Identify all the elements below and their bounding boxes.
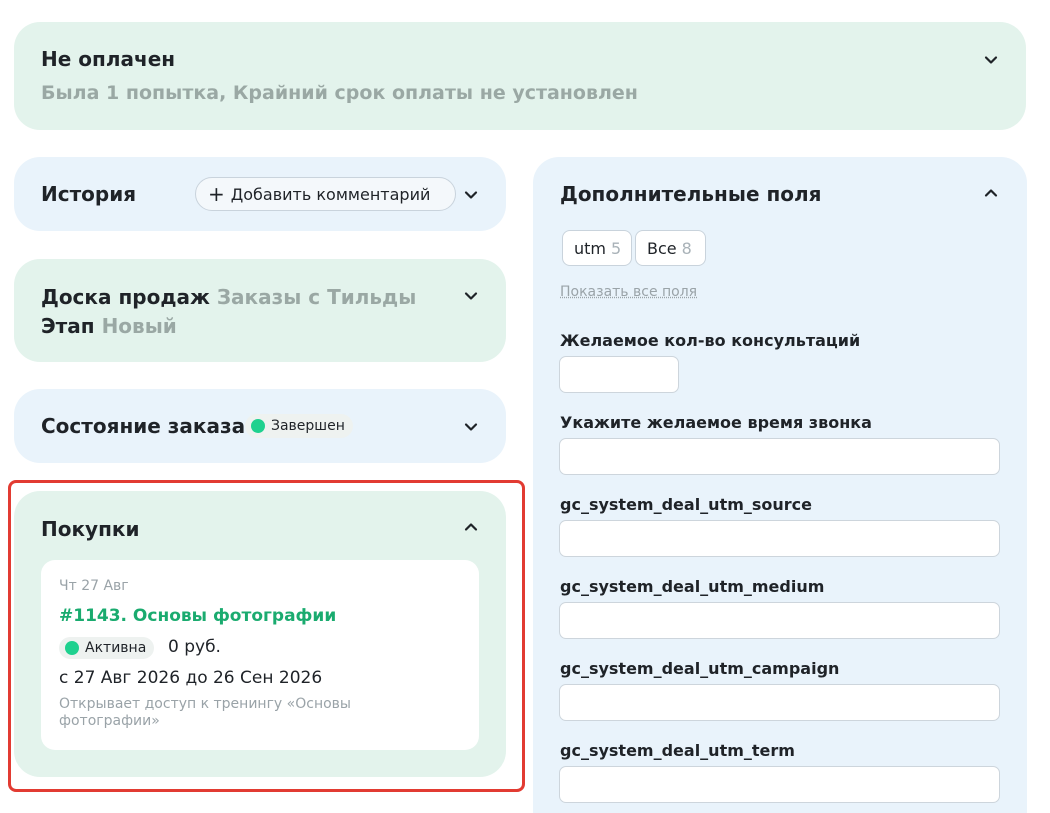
stage-label: Этап (41, 314, 95, 338)
add-comment-button[interactable]: + Добавить комментарий (195, 177, 456, 211)
field-label: Желаемое кол-во консультаций (560, 331, 861, 350)
status-dot-icon (251, 419, 265, 433)
show-all-fields-link[interactable]: Показать все поля (560, 284, 697, 300)
payment-details: Была 1 попытка, Крайний срок оплаты не у… (41, 82, 638, 104)
utm-term-input[interactable] (559, 766, 1000, 803)
order-state-title: Состояние заказа (41, 414, 246, 438)
filter-count: 8 (681, 238, 692, 258)
stage-row: Этап Новый (41, 314, 177, 338)
filter-all-button[interactable]: Все 8 (635, 230, 706, 266)
board-value: Заказы с Тильды (216, 285, 417, 309)
filter-count: 5 (611, 238, 622, 258)
board-label: Доска продаж (41, 285, 210, 309)
field-label: gc_system_deal_utm_source (560, 495, 813, 514)
payment-status: Не оплачен (41, 47, 176, 71)
utm-medium-input[interactable] (559, 602, 1000, 639)
filter-utm-button[interactable]: utm 5 (562, 230, 632, 266)
call-time-input[interactable] (559, 438, 1000, 475)
add-comment-label: Добавить комментарий (230, 184, 431, 204)
chevron-up-icon[interactable] (984, 186, 998, 200)
chevron-down-icon[interactable] (984, 53, 998, 67)
consultations-count-input[interactable] (559, 356, 679, 393)
field-label: Укажите желаемое время звонка (560, 413, 872, 432)
filter-label: Все (647, 238, 677, 258)
utm-campaign-input[interactable] (559, 684, 1000, 721)
payment-status-panel[interactable]: Не оплачен Была 1 попытка, Крайний срок … (14, 22, 1026, 130)
history-panel: История + Добавить комментарий (14, 157, 506, 231)
plus-icon: + (208, 182, 225, 206)
chevron-down-icon[interactable] (464, 420, 478, 434)
board-row: Доска продаж Заказы с Тильды (41, 285, 416, 309)
highlight-frame (8, 480, 525, 792)
field-label: gc_system_deal_utm_campaign (560, 659, 840, 678)
field-label: gc_system_deal_utm_term (560, 741, 795, 760)
history-title: История (41, 182, 137, 206)
filter-label: utm (574, 238, 606, 258)
stage-value: Новый (101, 314, 177, 338)
field-label: gc_system_deal_utm_medium (560, 577, 825, 596)
sales-board-panel[interactable]: Доска продаж Заказы с Тильды Этап Новый (14, 259, 506, 362)
order-state-panel[interactable]: Состояние заказа Завершен (14, 389, 506, 463)
chevron-down-icon[interactable] (464, 289, 478, 303)
chevron-down-icon[interactable] (464, 188, 478, 202)
status-badge-label: Завершен (271, 418, 345, 434)
utm-source-input[interactable] (559, 520, 1000, 557)
extra-fields-title: Дополнительные поля (560, 182, 822, 206)
extra-fields-panel: Дополнительные поля utm 5 Все 8 Показать… (533, 157, 1027, 813)
status-badge: Завершен (245, 414, 353, 438)
